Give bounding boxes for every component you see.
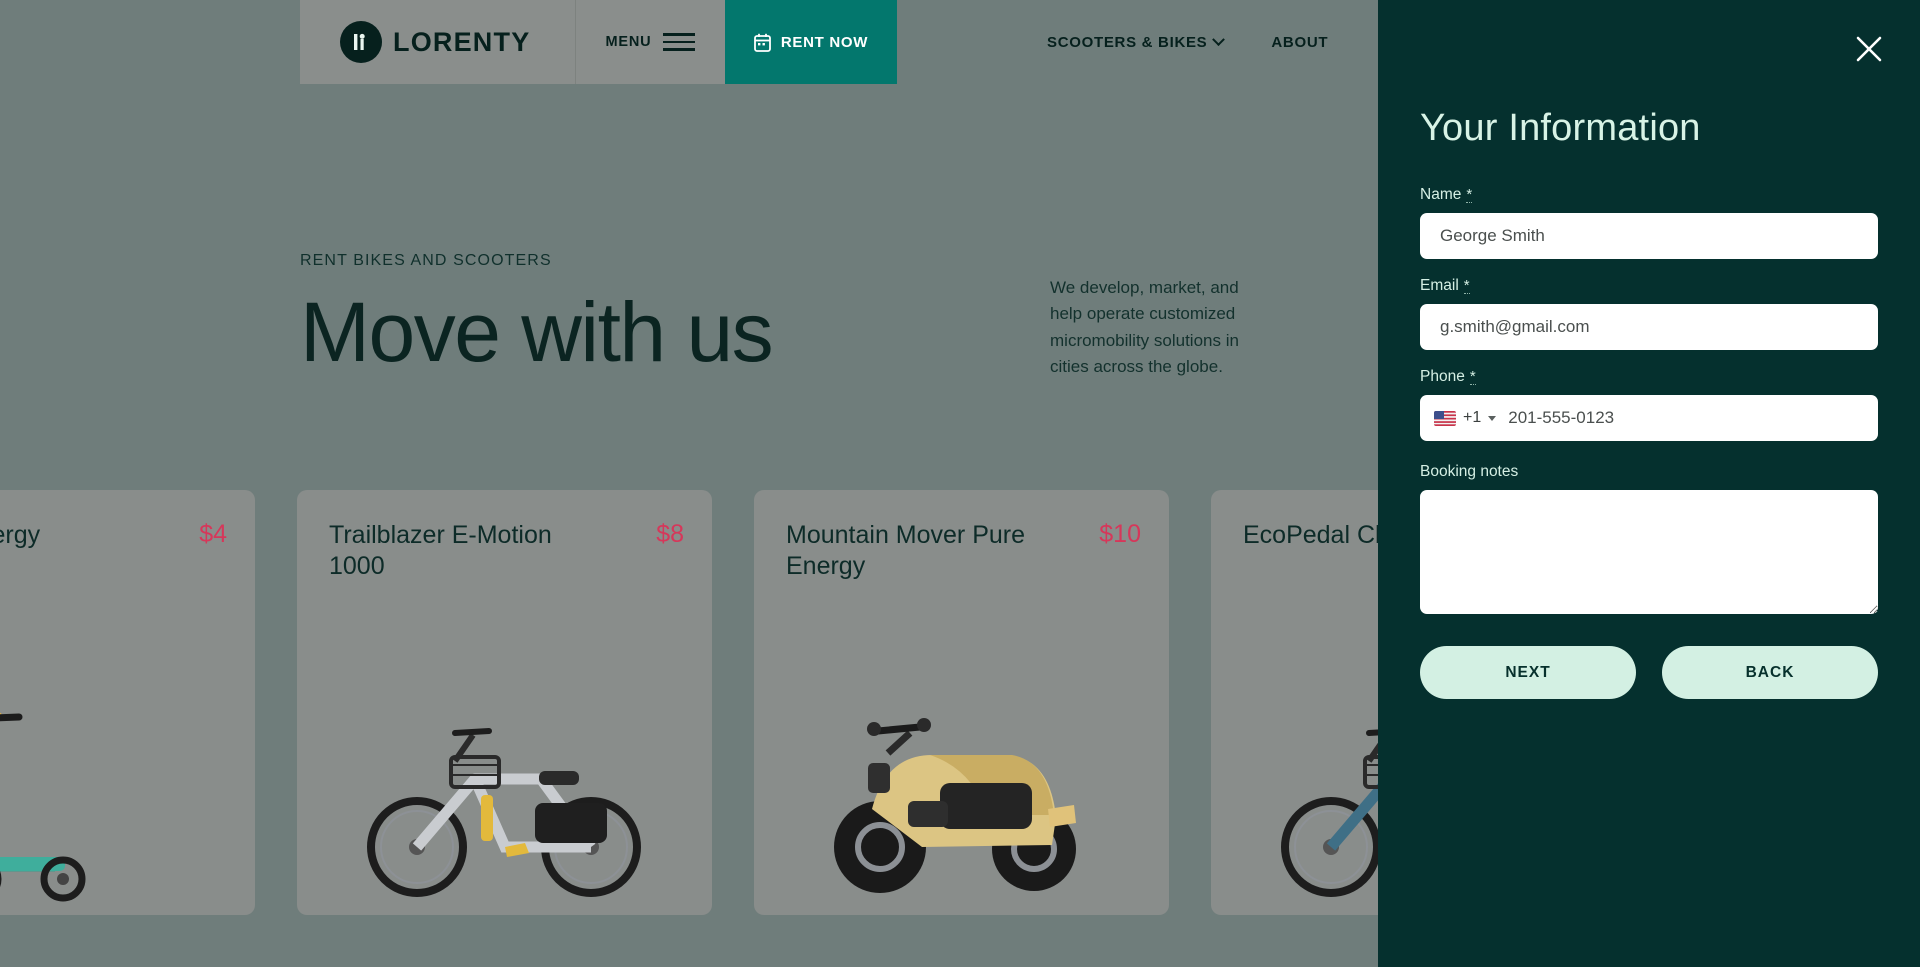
- next-button[interactable]: NEXT: [1420, 646, 1636, 699]
- email-field-group: Email *: [1420, 277, 1878, 350]
- chevron-down-icon: [1488, 415, 1497, 421]
- hero-eyebrow: RENT BIKES AND SCOOTERS: [300, 252, 552, 269]
- card-header: Mountain Mover Pure Energy $10: [754, 490, 1169, 581]
- product-card[interactable]: Trailblazer E-Motion 1000 $8: [297, 490, 712, 915]
- rent-now-button[interactable]: RENT NOW: [725, 0, 897, 84]
- menu-label: MENU: [605, 34, 652, 50]
- dial-code: +1: [1463, 409, 1482, 426]
- phone-field-label: Phone *: [1420, 368, 1878, 386]
- page-title: Move with us: [300, 285, 774, 379]
- site-header: LORENTY MENU RENT NOW SCOOTERS & BIKES A…: [300, 0, 1328, 84]
- email-field-label: Email *: [1420, 277, 1878, 295]
- email-label-text: Email: [1420, 277, 1459, 294]
- product-name: Trailblazer E-Motion 1000: [329, 521, 552, 580]
- name-label-text: Name: [1420, 186, 1462, 203]
- product-name: EcoPedal Cl: [1243, 521, 1381, 549]
- us-flag-icon: [1434, 410, 1456, 426]
- booking-notes-field-group: Booking notes: [1420, 463, 1878, 614]
- name-field-group: Name *: [1420, 186, 1878, 259]
- product-price: $10: [1099, 520, 1141, 548]
- nav-link-scooters-and-bikes[interactable]: SCOOTERS & BIKES: [1047, 32, 1226, 51]
- card-header: Trailblazer E-Motion 1000 $8: [297, 490, 712, 581]
- brand-logo[interactable]: LORENTY: [300, 0, 575, 84]
- moped-illustration-icon: [754, 677, 1169, 907]
- back-button[interactable]: BACK: [1662, 646, 1878, 699]
- close-icon: [1854, 34, 1884, 64]
- name-field-label: Name *: [1420, 186, 1878, 204]
- product-price: $4: [199, 520, 227, 548]
- required-marker: *: [1469, 368, 1476, 385]
- required-marker: *: [1463, 277, 1470, 294]
- calendar-icon: [753, 33, 771, 52]
- rent-now-label: RENT NOW: [780, 33, 869, 51]
- ebike-illustration-icon: [297, 677, 712, 907]
- product-name: er Pure Energy: [0, 521, 41, 549]
- product-price: $8: [656, 520, 684, 548]
- nav-link-about[interactable]: ABOUT: [1271, 34, 1328, 51]
- name-input[interactable]: [1420, 213, 1878, 259]
- lorenty-circle-logo-icon: [340, 21, 382, 63]
- menu-button[interactable]: MENU: [575, 0, 725, 84]
- phone-field-group: Phone * +1 201-555-0123: [1420, 368, 1878, 441]
- phone-input[interactable]: [1508, 408, 1864, 428]
- close-button[interactable]: [1846, 26, 1892, 72]
- nav-link-label: SCOOTERS & BIKES: [1047, 33, 1208, 51]
- scooter-illustration-icon: [0, 677, 255, 907]
- product-card[interactable]: Mountain Mover Pure Energy $10: [754, 490, 1169, 915]
- nav-link-label: ABOUT: [1271, 33, 1329, 51]
- booking-notes-label: Booking notes: [1420, 463, 1878, 481]
- hamburger-icon: [663, 33, 696, 51]
- phone-input-wrapper: +1: [1420, 395, 1878, 441]
- card-header: er Pure Energy $4: [0, 490, 255, 551]
- booking-notes-label-text: Booking notes: [1420, 463, 1519, 480]
- country-code-select[interactable]: +1: [1434, 409, 1508, 427]
- phone-label-text: Phone: [1420, 368, 1465, 385]
- your-information-panel: Your Information Name * Email * Phone: [1378, 0, 1920, 967]
- brand-name: LORENTY: [393, 26, 531, 57]
- primary-nav: SCOOTERS & BIKES ABOUT: [897, 0, 1328, 84]
- booking-form: Name * Email * Phone *: [1420, 186, 1878, 699]
- booking-notes-textarea[interactable]: [1420, 490, 1878, 614]
- email-input[interactable]: [1420, 304, 1878, 350]
- hero-paragraph: We develop, market, and help operate cus…: [1050, 278, 1239, 377]
- panel-title: Your Information: [1420, 107, 1701, 149]
- product-card[interactable]: er Pure Energy $4: [0, 490, 255, 915]
- product-name: Mountain Mover Pure Energy: [786, 521, 1026, 580]
- panel-actions: NEXT BACK: [1420, 646, 1878, 699]
- chevron-down-icon: [1212, 32, 1226, 46]
- required-marker: *: [1466, 186, 1473, 203]
- page-root: LORENTY MENU RENT NOW SCOOTERS & BIKES A…: [0, 0, 1920, 967]
